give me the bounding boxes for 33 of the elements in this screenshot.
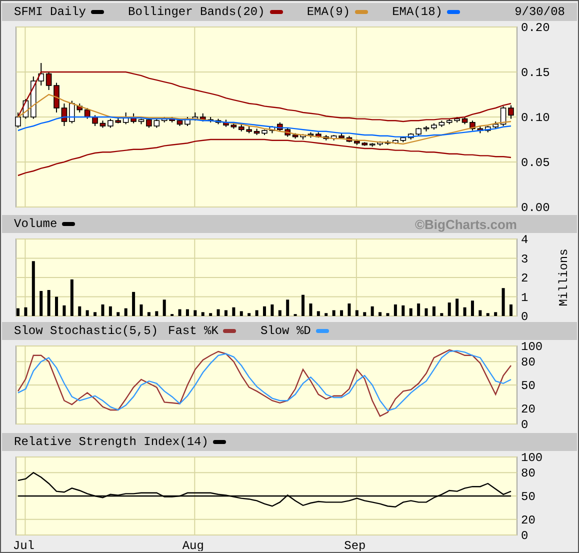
axis-label: 0.20 bbox=[521, 21, 550, 35]
axis-label: 0.05 bbox=[521, 156, 550, 170]
axis-label: 1 bbox=[521, 290, 528, 305]
axis-label: 100 bbox=[521, 451, 543, 465]
axis-label: 100 bbox=[521, 340, 543, 354]
chart-title: Slow Stochastic(5,5) bbox=[14, 324, 158, 338]
legend-label: EMA(9) bbox=[306, 5, 350, 19]
legend-label: Bollinger Bands(20) bbox=[128, 5, 265, 19]
axis-label: 2 bbox=[521, 272, 528, 286]
axis-label: 20 bbox=[521, 513, 536, 528]
axis-label: 0 bbox=[521, 310, 528, 322]
axis-label: 0 bbox=[521, 418, 528, 432]
axis-title: Millions bbox=[557, 248, 571, 306]
chart-date: 9/30/08 bbox=[514, 5, 565, 19]
axis-label: 0.00 bbox=[521, 201, 550, 215]
axis-label: 20 bbox=[521, 402, 536, 416]
axis-label: Jul bbox=[12, 539, 34, 551]
axis-label: 3 bbox=[521, 252, 528, 266]
axis-label: 50 bbox=[521, 490, 536, 504]
copyright-text: ©BigCharts.com bbox=[414, 216, 517, 232]
legend-label: Fast %K bbox=[168, 324, 218, 338]
axis-label: 0.10 bbox=[521, 111, 550, 125]
axis-label: 50 bbox=[521, 379, 536, 393]
chart-title: SFMI Daily bbox=[14, 5, 86, 19]
axis-label: 0.15 bbox=[521, 66, 550, 80]
legend-label: Volume bbox=[14, 217, 58, 231]
legend-label: Relative Strength Index(14) bbox=[14, 435, 208, 449]
legend-label: EMA(18) bbox=[392, 5, 442, 19]
legend-label: Slow %D bbox=[260, 324, 311, 338]
axis-label: 80 bbox=[521, 466, 536, 481]
axis-label: 80 bbox=[521, 356, 536, 370]
axis-label: 0 bbox=[521, 529, 528, 543]
axis-label: 4 bbox=[521, 233, 528, 247]
